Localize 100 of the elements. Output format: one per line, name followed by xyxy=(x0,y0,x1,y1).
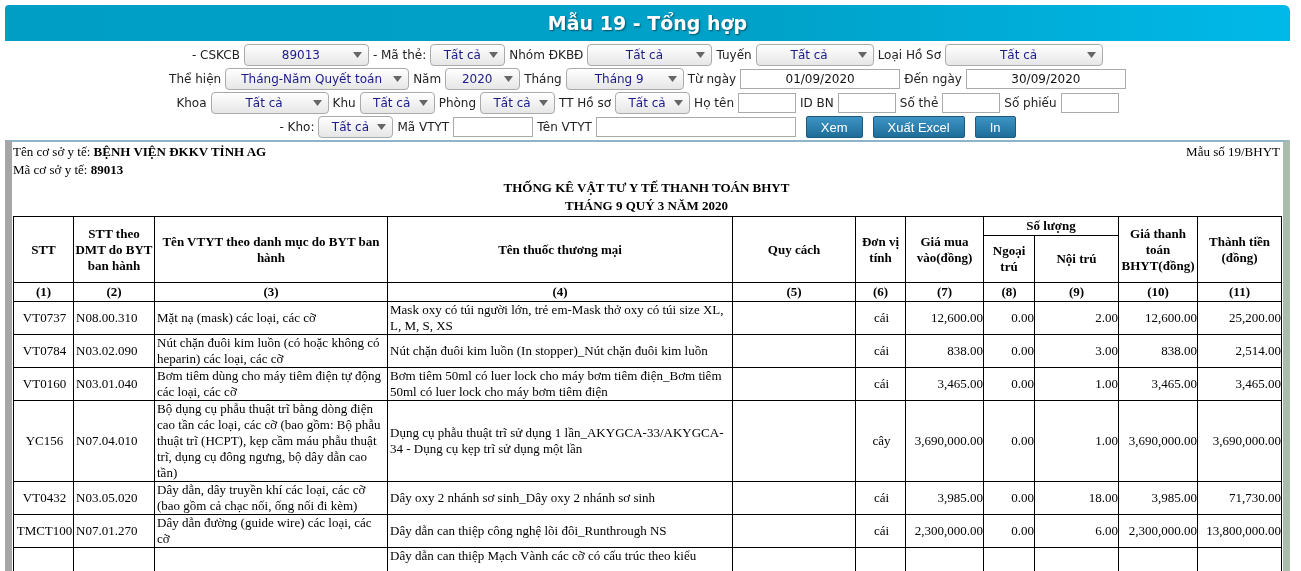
table-cell: 0.00 xyxy=(983,301,1035,335)
field-label: Tuyến xyxy=(716,48,752,62)
table-cell: 0.00 xyxy=(983,514,1035,548)
column-header: Giá mua vào(đồng) xyxy=(905,216,984,283)
table-cell: 2,514.00 xyxy=(1197,334,1282,368)
field-label: - Kho: xyxy=(279,120,315,134)
caret-icon xyxy=(377,124,387,130)
dropdown[interactable]: Tất cả xyxy=(587,44,713,66)
caret-icon xyxy=(696,52,706,58)
table-cell: cái xyxy=(855,514,906,548)
column-header: Giá thanh toán BHYT(đồng) xyxy=(1118,216,1198,283)
caret-icon xyxy=(312,100,322,106)
table-cell: 25,200.00 xyxy=(1197,301,1282,335)
column-header: Tên VTYT theo danh mục do BYT ban hành xyxy=(154,216,388,283)
column-header: STT xyxy=(13,216,74,283)
table-cell: 0.00 xyxy=(983,334,1035,368)
caret-icon xyxy=(393,76,403,82)
field-label: Nhóm ĐKBĐ xyxy=(509,48,584,62)
table-cell: N07.01.270 xyxy=(73,514,155,548)
table-cell: Nút chặn đuôi kim luồn (có hoặc không có heparin) các loại, các cỡ xyxy=(154,334,388,368)
column-header: Đơn vị tính xyxy=(855,216,906,283)
dropdown[interactable]: Tháng 9 xyxy=(565,68,684,90)
table-cell: YC156 xyxy=(13,400,74,482)
table-cell: 2,300,000.00 xyxy=(1118,514,1198,548)
dropdown[interactable]: Tất cả xyxy=(318,116,394,138)
dropdown[interactable]: Tất cả xyxy=(430,44,506,66)
column-number: (11) xyxy=(1197,282,1282,302)
table-cell: TMCT100 xyxy=(13,514,74,548)
caret-icon xyxy=(504,76,514,82)
table-cell: 838.00 xyxy=(905,334,984,368)
table-cell: 12,600.00 xyxy=(1118,301,1198,335)
field-label: Từ ngày xyxy=(687,72,737,86)
text-field[interactable]: 30/09/2020 xyxy=(965,69,1126,89)
table-cell: 0.00 xyxy=(983,400,1035,482)
report-subtitle: THÁNG 9 QUÝ 3 NĂM 2020 xyxy=(564,197,729,215)
table-cell: 3,690,000.00 xyxy=(1118,400,1198,482)
caret-icon xyxy=(857,52,867,58)
text-field[interactable] xyxy=(1060,93,1119,113)
field-label: Khoa xyxy=(176,96,207,110)
table-cell: VT0737 xyxy=(13,301,74,335)
dropdown[interactable]: Tất cả xyxy=(210,92,329,114)
table-cell: 0.00 xyxy=(983,367,1035,401)
table-cell: 18.00 xyxy=(1034,481,1119,515)
table-cell: 1.00 xyxy=(1034,400,1119,482)
dropdown[interactable]: 89013 xyxy=(243,44,369,66)
field-label: Số thẻ xyxy=(899,96,939,110)
dropdown[interactable]: Tất cả xyxy=(755,44,874,66)
table-cell: cái xyxy=(855,481,906,515)
field-label: Phòng xyxy=(438,96,477,110)
dropdown[interactable]: Tất cả xyxy=(480,92,556,114)
table-cell: 1.00 xyxy=(1034,367,1119,401)
table-cell: Nút chặn đuôi kim luồn (In stopper)_Nút chặn đuôi kim luồn xyxy=(387,334,733,368)
text-field[interactable]: 01/09/2020 xyxy=(740,69,901,89)
table-cell: 13,800,000.00 xyxy=(1197,514,1282,548)
dropdown[interactable]: Tất cả xyxy=(945,44,1104,66)
table-cell: N08.00.310 xyxy=(73,301,155,335)
action-button[interactable]: In xyxy=(974,116,1016,138)
caret-icon xyxy=(418,100,428,106)
caret-icon xyxy=(489,52,499,58)
dropdown[interactable]: Tất cả xyxy=(359,92,435,114)
table-cell: 6.00 xyxy=(1034,514,1119,548)
text-field[interactable] xyxy=(942,93,1001,113)
text-field[interactable] xyxy=(837,93,896,113)
field-label: Khu xyxy=(332,96,356,110)
column-number: (5) xyxy=(732,282,856,302)
field-label: Loại Hồ Sơ xyxy=(877,48,942,62)
column-number: (4) xyxy=(387,282,733,302)
dropdown[interactable]: Tất cả xyxy=(615,92,691,114)
table-cell: 71,730.00 xyxy=(1197,481,1282,515)
table-cell: Dụng cụ phẫu thuật trĩ sử dụng 1 lần_AKYGCA-33/AKYGCA-34 - Dụng cụ kẹp trĩ sử dụng một lần xyxy=(387,400,733,482)
field-label: - Mã thẻ: xyxy=(372,48,427,62)
table-cell: N03.01.040 xyxy=(73,367,155,401)
table-cell: 3,690,000.00 xyxy=(905,400,984,482)
text-field[interactable] xyxy=(595,117,796,137)
table-cell: cái xyxy=(855,367,906,401)
facility-code: Mã cơ sở y tế: 89013 xyxy=(13,161,125,179)
caret-icon xyxy=(1087,52,1097,58)
column-number: (8) xyxy=(983,282,1035,302)
table-cell: VT0784 xyxy=(13,334,74,368)
column-number: (9) xyxy=(1034,282,1119,302)
action-button[interactable]: Xem xyxy=(805,116,863,138)
table-cell: Bộ dụng cụ phẫu thuật trĩ bằng dòng điện cao tần các loại, các cỡ (bao gồm: Bộ phẫu thuật trĩ (HCPT), kẹp cầm máu phẫu thuật trĩ, dụng cụ đông ngưng, bộ dây dẫn cao tần) xyxy=(154,400,388,482)
table-cell: Bơm tiêm 50ml có luer lock cho máy bơm tiêm điện_Bơm tiêm 50ml có luer lock cho máy bơm tiêm điện xyxy=(387,367,733,401)
caret-icon xyxy=(539,100,549,106)
field-label: Họ tên xyxy=(694,96,734,110)
table-cell: 12,600.00 xyxy=(905,301,984,335)
field-label: ID BN xyxy=(800,96,834,110)
action-button[interactable]: Xuất Excel xyxy=(872,116,965,138)
table-cell: Dây dẫn can thiệp công nghệ lõi đôi_Runthrough NS xyxy=(387,514,733,548)
dropdown[interactable]: 2020 xyxy=(445,68,521,90)
table-cell: 3,465.00 xyxy=(1118,367,1198,401)
column-header: Quy cách xyxy=(732,216,856,283)
column-number: (2) xyxy=(73,282,155,302)
field-label: Số phiếu xyxy=(1004,96,1057,110)
dropdown[interactable]: Tháng-Năm Quyết toán xyxy=(225,68,410,90)
text-field[interactable] xyxy=(453,117,534,137)
caret-icon xyxy=(352,52,362,58)
caret-icon xyxy=(674,100,684,106)
table-cell: 3.00 xyxy=(1034,334,1119,368)
text-field[interactable] xyxy=(738,93,796,113)
